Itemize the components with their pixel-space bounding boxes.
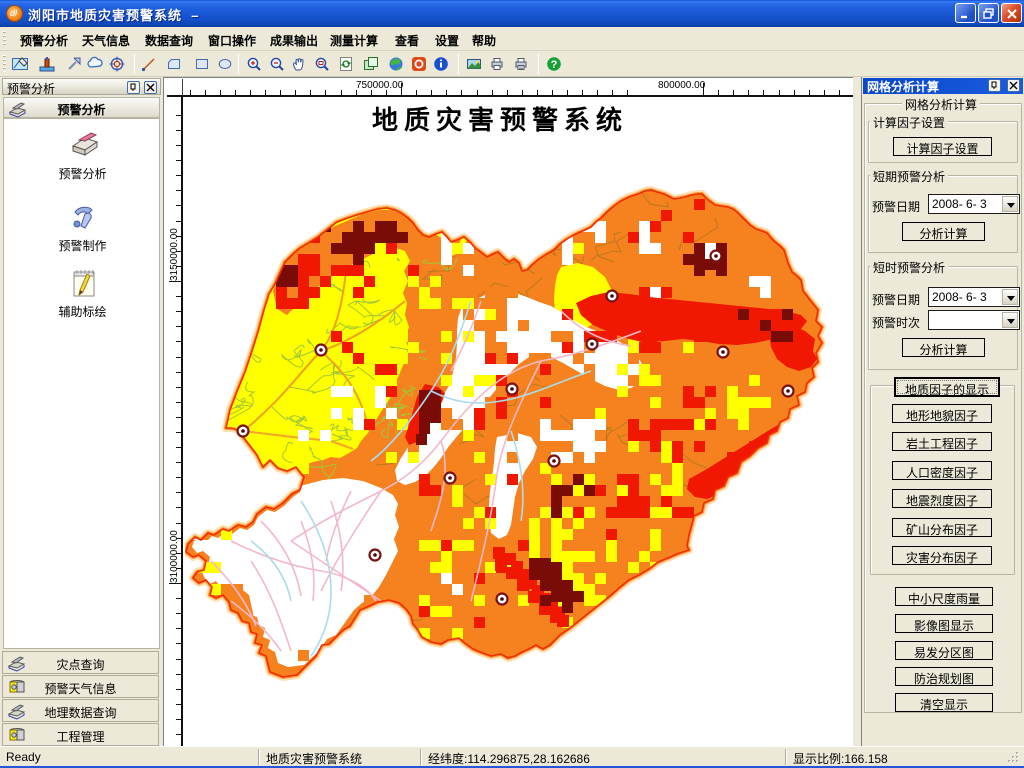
svg-text:?: ? bbox=[551, 59, 558, 71]
